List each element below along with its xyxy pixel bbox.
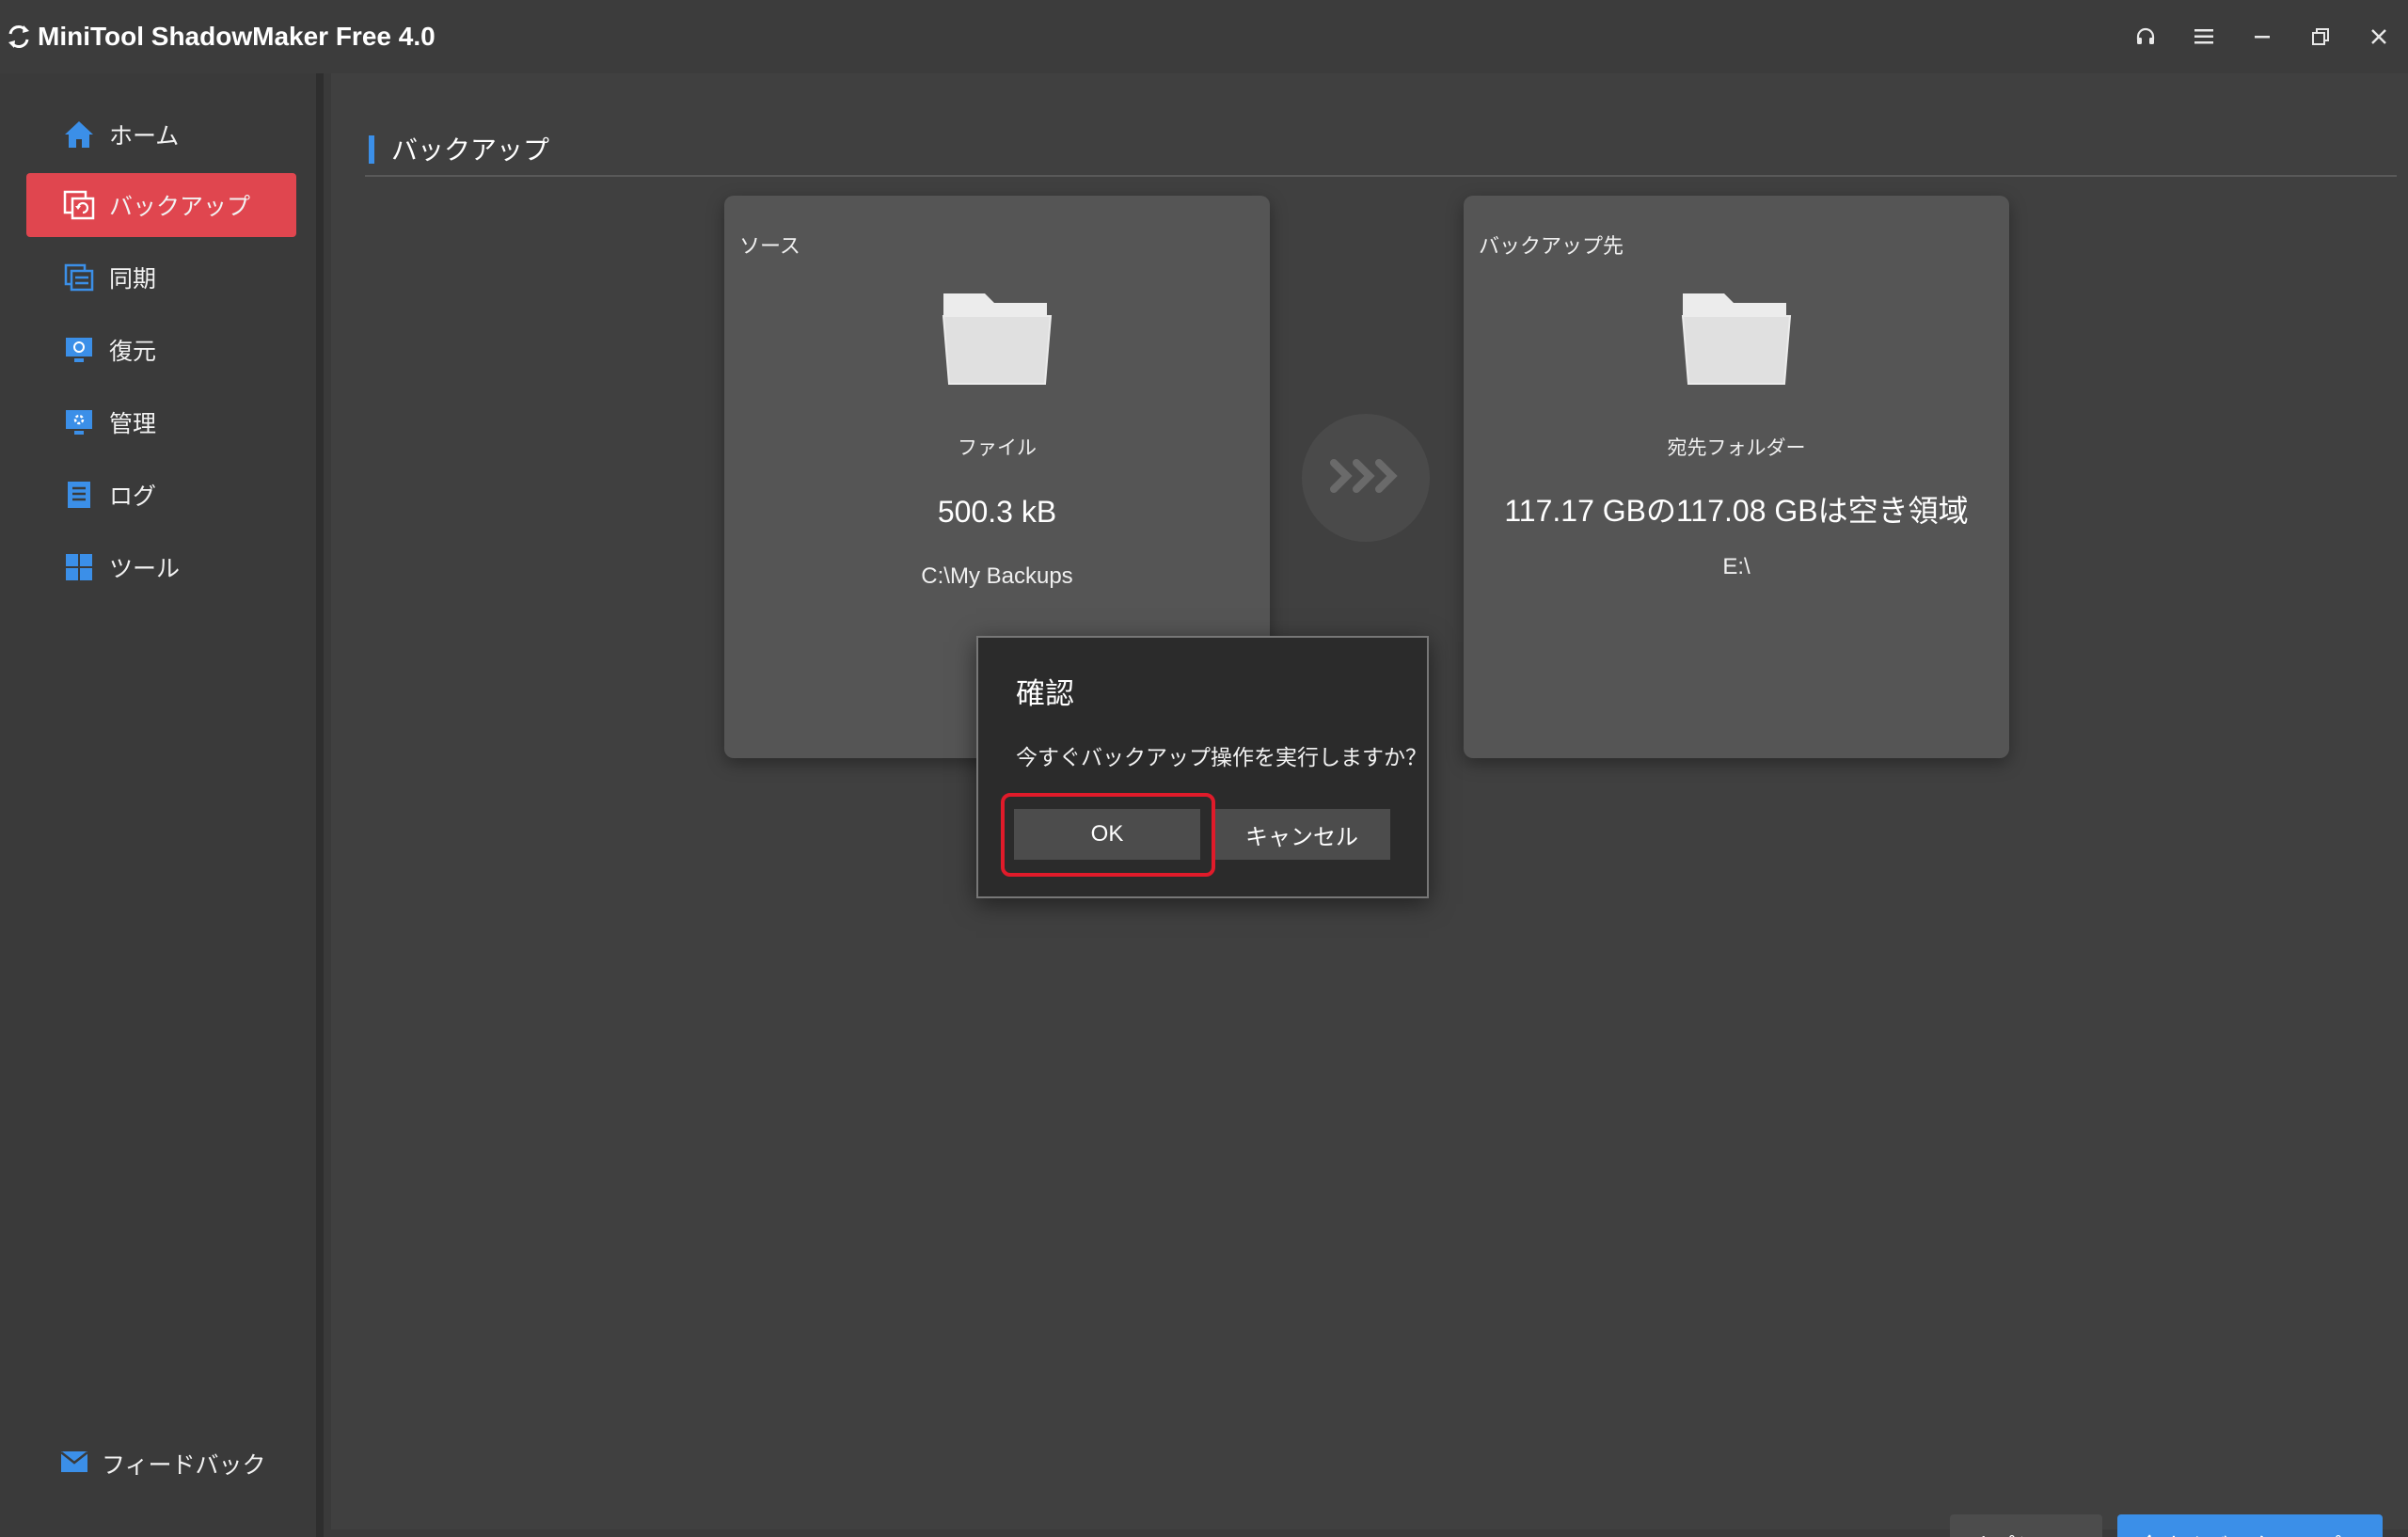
options-button[interactable]: オプション (1950, 1514, 2102, 1537)
restore-nav-icon (60, 331, 98, 369)
folder-icon (1675, 286, 1798, 389)
sidebar-item-label: 復元 (109, 338, 157, 365)
sidebar-item-restore[interactable]: 復元 (26, 318, 296, 382)
dropdown-arrow-icon[interactable]: ▼ (2354, 1533, 2366, 1537)
sidebar-item-label: バックアップ (109, 193, 251, 220)
source-type: ファイル (958, 436, 1037, 459)
sidebar-item-tools[interactable]: ツール (26, 535, 296, 599)
sidebar: ホーム バックアップ 同期 復元 管理 ログ ツール フィードバック (0, 73, 324, 1537)
sidebar-item-label: ツール (109, 555, 181, 582)
sidebar-item-sync[interactable]: 同期 (26, 246, 296, 309)
restore-icon[interactable] (2291, 0, 2350, 73)
backup-now-button[interactable]: 今すぐバックアップ ▼ (2117, 1514, 2383, 1537)
folder-icon (936, 286, 1058, 389)
backup-now-label: 今すぐバックアップ (2138, 1528, 2341, 1537)
sidebar-item-label: 同期 (109, 265, 157, 293)
section-accent-bar (369, 135, 374, 164)
sidebar-item-label: ログ (109, 483, 157, 510)
title-bar: MiniTool ShadowMaker Free 4.0 (0, 0, 2408, 73)
triple-chevron-right-icon (1328, 457, 1403, 499)
sidebar-item-manage[interactable]: 管理 (26, 390, 296, 454)
dialog-message: 今すぐバックアップ操作を実行しますか？ (1016, 746, 1427, 770)
destination-card[interactable]: バックアップ先 宛先フォルダー 117.17 GBの117.08 GBは空き領域… (1464, 196, 2009, 758)
dialog-title: 確認 (1016, 677, 1074, 711)
mail-icon (60, 1450, 88, 1477)
close-icon[interactable] (2350, 0, 2408, 73)
destination-free-space: 117.17 GBの117.08 GBは空き領域 (1504, 494, 1969, 528)
window-controls (2116, 0, 2408, 73)
section-header: バックアップ (365, 128, 2397, 177)
app-logo-icon (0, 18, 38, 55)
sidebar-item-log[interactable]: ログ (26, 463, 296, 527)
destination-type: 宛先フォルダー (1667, 436, 1806, 459)
source-path: C:\My Backups (921, 563, 1073, 589)
sidebar-item-home[interactable]: ホーム (26, 103, 296, 166)
source-size: 500.3 kB (937, 495, 1057, 529)
app-title: MiniTool ShadowMaker Free 4.0 (38, 22, 436, 51)
arrow-indicator (1302, 414, 1430, 542)
minimize-icon[interactable] (2233, 0, 2291, 73)
destination-path: E:\ (1722, 554, 1751, 579)
headset-icon[interactable] (2116, 0, 2175, 73)
log-icon (60, 476, 98, 514)
app-window: MiniTool ShadowMaker Free 4.0 ホーム バックアップ… (0, 0, 2408, 1537)
home-icon (60, 116, 98, 153)
source-label: ソース (739, 235, 800, 259)
cancel-button[interactable]: キャンセル (1213, 809, 1390, 860)
manage-icon (60, 404, 98, 441)
ok-button-highlight (1001, 793, 1215, 877)
feedback-label: フィードバック (102, 1451, 266, 1479)
menu-icon[interactable] (2175, 0, 2233, 73)
backup-icon (60, 186, 98, 224)
page-title: バックアップ (391, 135, 550, 166)
destination-label: バックアップ先 (1479, 235, 1624, 259)
sync-icon (60, 259, 98, 296)
sidebar-item-backup[interactable]: バックアップ (26, 173, 296, 237)
tools-icon (60, 548, 98, 586)
sidebar-item-label: 管理 (109, 410, 157, 437)
sidebar-item-label: ホーム (109, 122, 180, 150)
feedback-link[interactable]: フィードバック (60, 1447, 266, 1481)
